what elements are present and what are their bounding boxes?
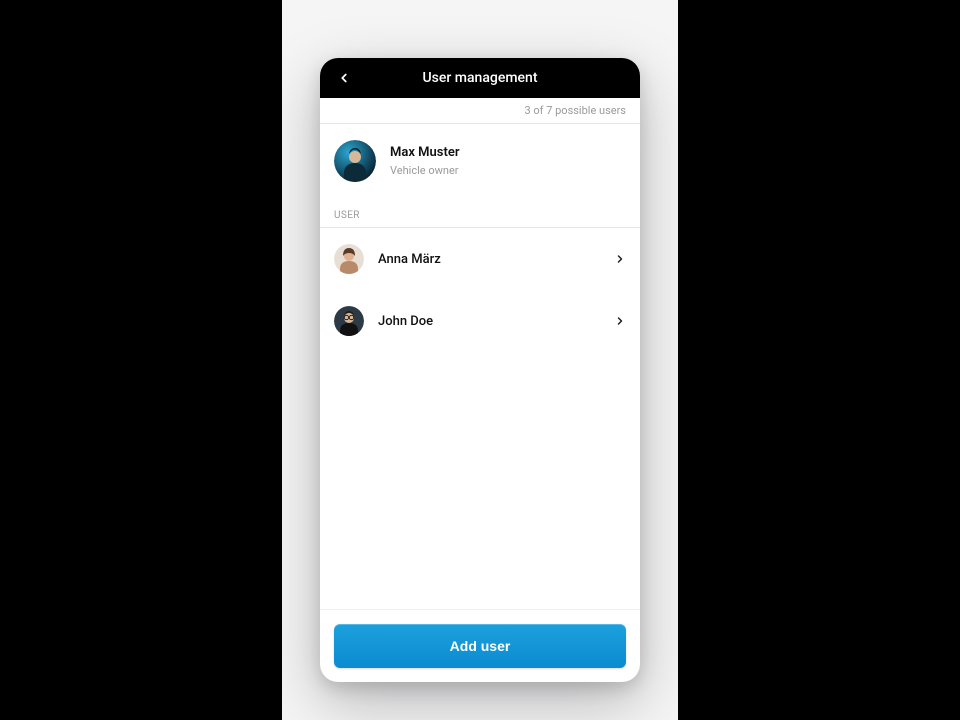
avatar bbox=[334, 140, 376, 182]
user-section-label: USER bbox=[320, 200, 640, 228]
user-name: Anna März bbox=[378, 252, 614, 267]
user-row[interactable]: Anna März bbox=[320, 228, 640, 290]
person-avatar-icon bbox=[334, 140, 376, 182]
avatar bbox=[334, 306, 364, 336]
user-name: John Doe bbox=[378, 314, 614, 329]
footer: Add user bbox=[320, 609, 640, 682]
phone-frame: User management 3 of 7 possible users bbox=[320, 58, 640, 682]
user-count-status: 3 of 7 possible users bbox=[320, 98, 640, 124]
title-bar: User management bbox=[320, 58, 640, 98]
person-avatar-icon bbox=[334, 306, 364, 336]
add-user-button[interactable]: Add user bbox=[334, 624, 626, 668]
stage: User management 3 of 7 possible users bbox=[282, 0, 678, 720]
owner-name: Max Muster bbox=[390, 145, 460, 160]
chevron-left-icon bbox=[337, 71, 351, 85]
owner-role: Vehicle owner bbox=[390, 164, 460, 177]
left-pillar bbox=[0, 0, 282, 720]
chevron-right-icon bbox=[614, 315, 626, 327]
back-button[interactable] bbox=[328, 58, 360, 98]
avatar bbox=[334, 244, 364, 274]
page-title: User management bbox=[423, 70, 538, 86]
chevron-right-icon bbox=[614, 253, 626, 265]
person-avatar-icon bbox=[334, 244, 364, 274]
user-row[interactable]: John Doe bbox=[320, 290, 640, 352]
owner-row: Max Muster Vehicle owner bbox=[320, 124, 640, 200]
right-pillar bbox=[678, 0, 960, 720]
owner-text: Max Muster Vehicle owner bbox=[390, 145, 460, 177]
